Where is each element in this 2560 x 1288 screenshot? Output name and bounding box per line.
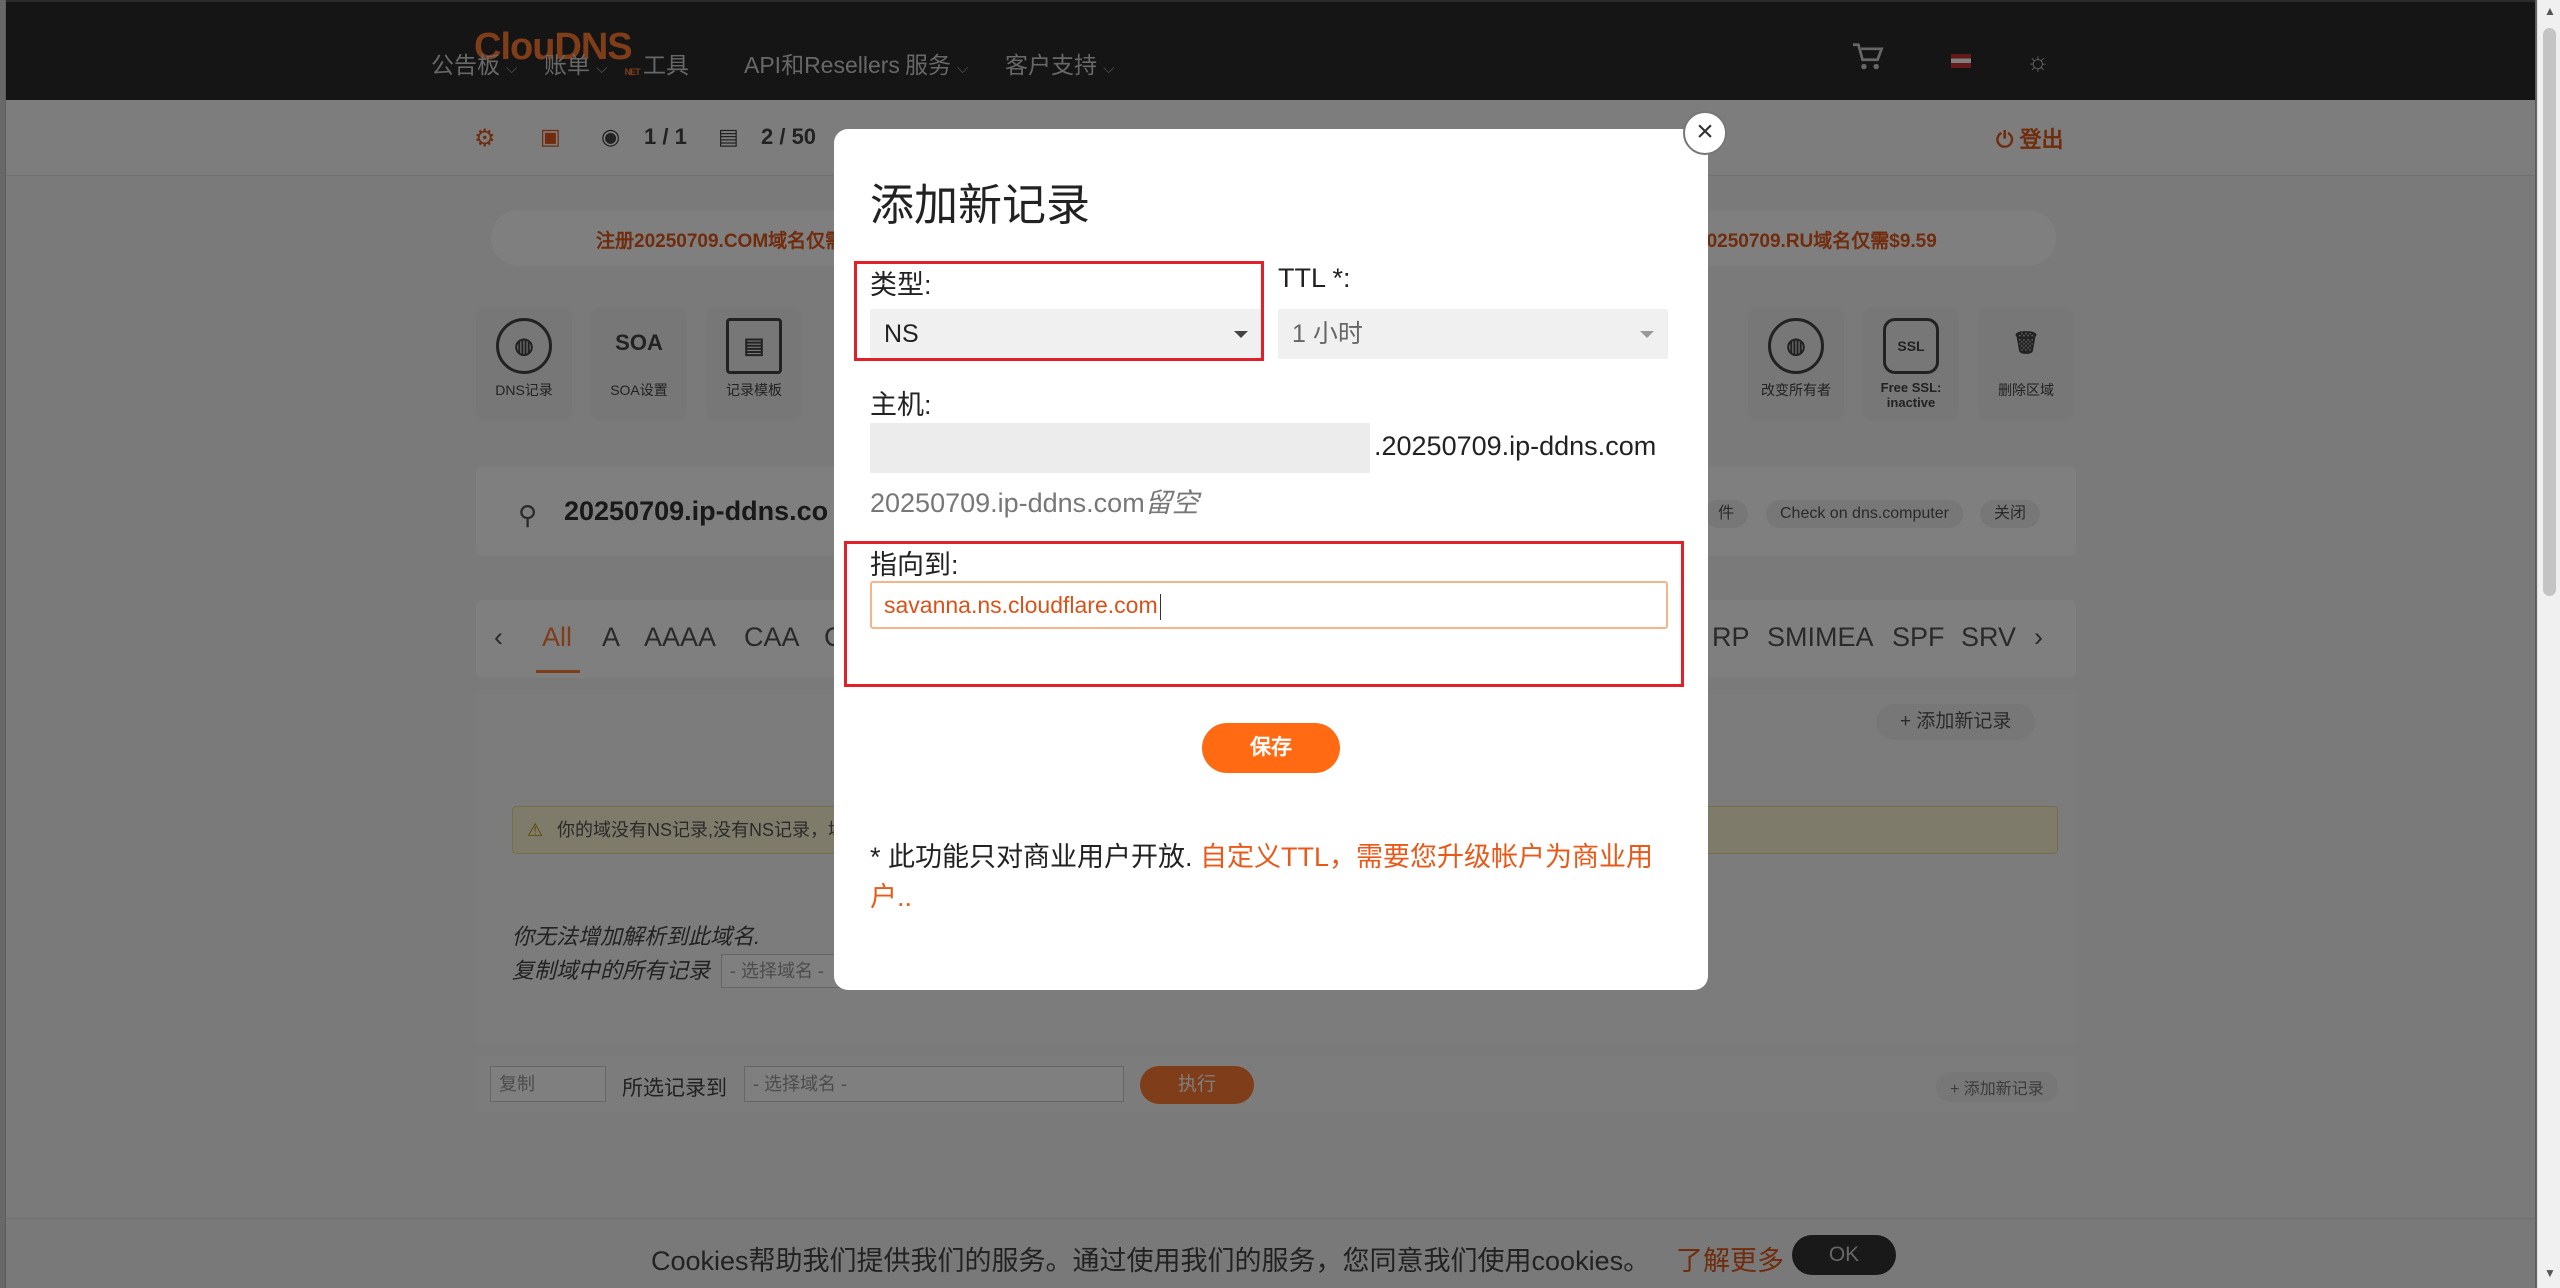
chevron-down-icon <box>1640 331 1654 338</box>
scroll-up-icon[interactable]: ▲ <box>2544 4 2556 18</box>
scroll-thumb[interactable] <box>2543 28 2556 596</box>
type-highlight-box <box>854 261 1264 361</box>
close-icon[interactable]: × <box>1683 111 1727 155</box>
host-input[interactable] <box>870 423 1370 473</box>
host-suffix: .20250709.ip-ddns.com <box>1374 431 1657 461</box>
host-label: 主机: <box>870 390 932 420</box>
add-record-modal: 添加新记录 类型: NS TTL *: 1 小时 主机: .20250709.i… <box>834 129 1708 990</box>
page-scrollbar[interactable]: ▲ ▼ <box>2537 0 2560 1288</box>
save-button[interactable]: 保存 <box>1202 723 1340 773</box>
scroll-down-icon[interactable]: ▼ <box>2544 1266 2556 1280</box>
points-to-highlight-box <box>844 541 1684 687</box>
business-note: * 此功能只对商业用户开放. 自定义TTL，需要您升级帐户为商业用户.. <box>870 842 1654 912</box>
ttl-label: TTL *: <box>1278 263 1351 293</box>
modal-title: 添加新记录 <box>870 181 1090 230</box>
host-hint: 20250709.ip-ddns.com留空 <box>870 488 1199 518</box>
ttl-select[interactable]: 1 小时 <box>1278 309 1668 359</box>
